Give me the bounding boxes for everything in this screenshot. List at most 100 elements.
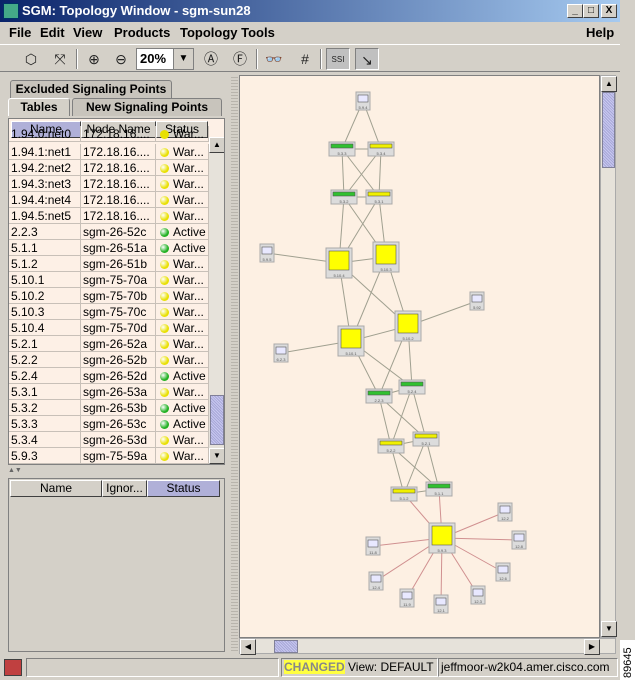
menu-help[interactable]: Help (586, 25, 614, 40)
panel-splitter[interactable] (231, 75, 238, 653)
node-pc[interactable]: 12.1 (433, 594, 449, 614)
table-row[interactable]: 1.94.5:net5 172.18.16.... War... (9, 208, 209, 224)
node-pc[interactable]: 5.9.5 (259, 243, 275, 263)
lock-icon[interactable] (4, 659, 22, 676)
tab-excluded-signaling-points[interactable]: Excluded Signaling Points (10, 80, 172, 98)
node-big[interactable]: 5.10.3 (372, 241, 400, 273)
node-green[interactable]: 5.1.1 (425, 481, 453, 497)
node-big[interactable]: 5.10.1 (337, 325, 365, 357)
node-pc[interactable]: 5.9.4 (355, 91, 371, 111)
link-line[interactable] (390, 386, 413, 447)
table-row[interactable]: 5.1.2 sgm-26-51b War... (9, 256, 209, 272)
link-line[interactable] (403, 438, 427, 495)
ssi-label-icon[interactable]: SSI (326, 48, 350, 70)
node-green[interactable]: 5.2.4 (398, 379, 426, 395)
link-line[interactable] (411, 386, 427, 440)
table-row[interactable]: 5.3.4 sgm-26-53d War... (9, 432, 209, 448)
split-divider[interactable]: ▲▼ (8, 467, 228, 475)
scroll-up-button[interactable]: ▲ (601, 76, 617, 92)
node-pc[interactable]: 12.2 (497, 502, 513, 522)
maximize-button[interactable]: □ (583, 4, 599, 18)
cell-node-name: sgm-26-52a (81, 336, 156, 352)
node-green[interactable]: 5.3.3 (328, 141, 356, 157)
table-row[interactable]: 5.10.4 sgm-75-70d War... (9, 320, 209, 336)
scroll-thumb[interactable] (602, 92, 615, 168)
table-row[interactable]: 5.10.1 sgm-75-70a War... (9, 272, 209, 288)
close-button[interactable]: X (601, 4, 617, 18)
node-green[interactable]: 2.2.3 (365, 388, 393, 404)
table-row[interactable]: 5.2.2 sgm-26-52b War... (9, 352, 209, 368)
scroll-down-button[interactable]: ▼ (601, 621, 617, 637)
scroll-thumb[interactable] (274, 640, 298, 653)
scroll-thumb[interactable] (210, 395, 224, 445)
menu-products[interactable]: Products (114, 25, 170, 40)
node-yellow[interactable]: 5.1.2 (390, 486, 418, 502)
zoom-out-icon[interactable]: ⊖ (109, 48, 133, 70)
node-big[interactable]: 5.9.3 (428, 522, 456, 554)
zoom-all-icon[interactable]: Ⓐ (199, 48, 223, 70)
node-yellow[interactable]: 5.3.1 (365, 189, 393, 205)
scroll-down-button[interactable]: ▼ (209, 448, 224, 464)
scroll-left-button[interactable]: ◀ (240, 639, 256, 655)
column-header-ignored[interactable]: Ignor... (102, 480, 147, 497)
table-row[interactable]: 5.3.2 sgm-26-53b Active (9, 400, 209, 416)
chevron-down-icon[interactable]: ▼ (173, 49, 193, 69)
table-row[interactable]: 1.94.4:net4 172.18.16.... War... (9, 192, 209, 208)
menu-edit[interactable]: Edit (40, 25, 65, 40)
menu-file[interactable]: File (9, 25, 31, 40)
graph-vertical-scrollbar[interactable]: ▲ ▼ (600, 75, 617, 638)
zoom-fit-icon[interactable]: Ⓕ (228, 48, 252, 70)
table-row[interactable]: 1.94.2:net2 172.18.16.... War... (9, 160, 209, 176)
zoom-select[interactable]: 20% ▼ (136, 48, 194, 70)
menu-view[interactable]: View (73, 25, 102, 40)
node-yellow[interactable]: 5.2.1 (412, 431, 440, 447)
scroll-right-button[interactable]: ▶ (584, 639, 600, 655)
column-header-status[interactable]: Status (147, 480, 220, 497)
node-pc[interactable]: 12.3 (470, 585, 486, 605)
menu-topology-tools[interactable]: Topology Tools (180, 25, 275, 40)
graph-horizontal-scrollbar[interactable]: ◀ ▶ (239, 638, 616, 655)
node-green[interactable]: 5.3.2 (330, 189, 358, 205)
node-pc[interactable]: 11.8 (365, 536, 381, 556)
node-pc[interactable]: 5.92 (469, 291, 485, 311)
node-pc[interactable]: 12.4 (368, 571, 384, 591)
vertical-scrollbar[interactable]: ▲ ▼ (209, 137, 224, 464)
tab-new-signaling-points[interactable]: New Signaling Points (72, 98, 222, 116)
table-row[interactable]: 5.1.1 sgm-26-51a Active (9, 240, 209, 256)
node-yellow[interactable]: 5.2.2 (377, 438, 405, 454)
node-pc[interactable]: 12.6 (495, 562, 511, 582)
table-row[interactable]: 5.2.1 sgm-26-52a War... (9, 336, 209, 352)
spring-layout-icon[interactable]: ⤧ (48, 48, 72, 70)
status-text: War... (173, 161, 204, 175)
link-tool-icon[interactable]: ↘ (355, 48, 379, 70)
lower-table: Name Ignor... Status (8, 478, 225, 652)
status-text: War... (173, 449, 204, 463)
node-pc[interactable]: 12.8 (511, 530, 527, 550)
table-row[interactable]: 5.3.3 sgm-26-53c Active (9, 416, 209, 432)
column-header-name[interactable]: Name (10, 480, 102, 497)
node-big[interactable]: 5.10.2 (394, 310, 422, 342)
table-row[interactable]: 5.2.4 sgm-26-52d Active (9, 368, 209, 384)
table-row[interactable]: 1.94.3:net3 172.18.16.... War... (9, 176, 209, 192)
table-row[interactable]: 5.10.2 sgm-75-70b War... (9, 288, 209, 304)
circle-layout-icon[interactable]: ⬡ (19, 48, 43, 70)
table-row[interactable]: 1.94.1:net1 172.18.16.... War... (9, 144, 209, 160)
minimize-button[interactable]: _ (567, 4, 583, 18)
table-row[interactable]: 5.3.1 sgm-26-53a War... (9, 384, 209, 400)
node-pc[interactable]: 6.2.3 (273, 343, 289, 363)
table-row[interactable]: 5.10.3 sgm-75-70c War... (9, 304, 209, 320)
tab-tables[interactable]: Tables (8, 98, 70, 116)
topology-graph[interactable]: 5.9.4 5.3.3 5.3.4 5.3.2 5.3.1 5.9.5 5.10.4 5.10… (239, 75, 600, 638)
table-row[interactable]: 2.2.3 sgm-26-52c Active (9, 224, 209, 240)
zoom-in-icon[interactable]: ⊕ (82, 48, 106, 70)
grid-icon[interactable]: # (293, 48, 317, 70)
table-row[interactable]: 5.9.3 sgm-75-59a War... (9, 448, 209, 464)
node-label: 12.1 (437, 608, 446, 613)
node-big[interactable]: 5.10.4 (325, 247, 353, 279)
binoculars-icon[interactable]: 👓 (262, 48, 286, 70)
table-row-partial[interactable]: 1.94.0:net0 172.18.16.... War... (9, 126, 209, 142)
scroll-up-button[interactable]: ▲ (209, 137, 224, 153)
node-yellow[interactable]: 5.3.4 (367, 141, 395, 157)
figure-id: 89645 (620, 640, 635, 680)
node-pc[interactable]: 11.9 (399, 588, 415, 608)
